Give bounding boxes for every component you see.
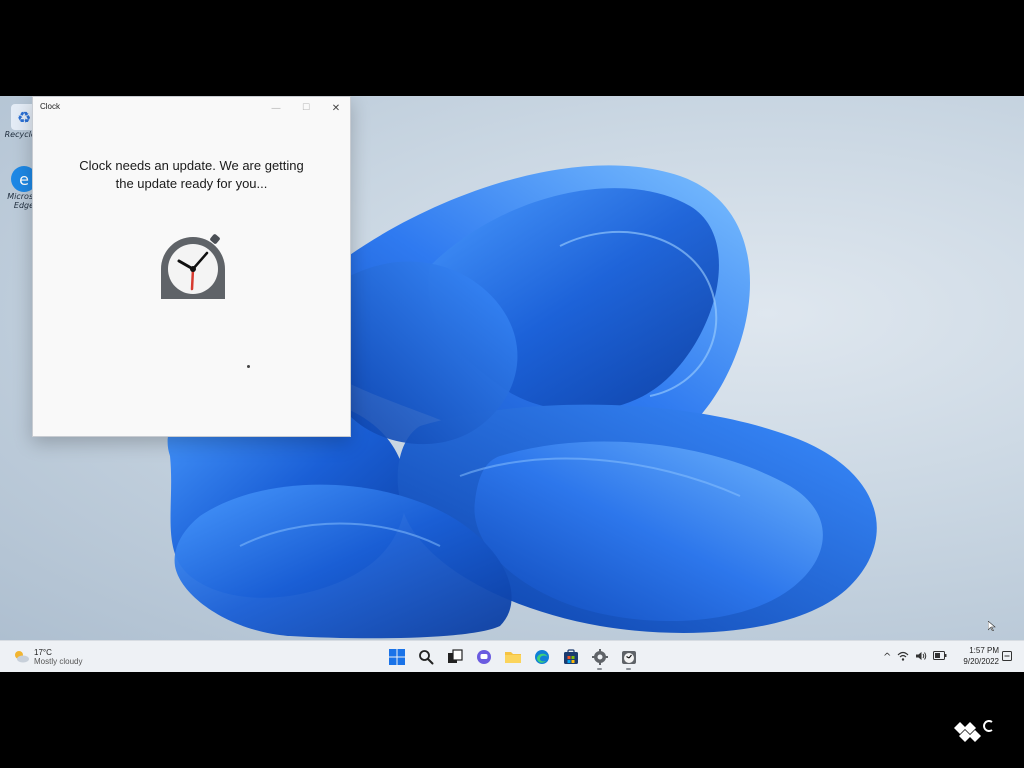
battery-icon[interactable] — [933, 651, 947, 663]
loading-spinner — [247, 365, 250, 368]
task-view-icon — [447, 649, 463, 663]
start-button[interactable] — [382, 644, 411, 670]
letterbox-top — [0, 0, 1024, 96]
weather-widget[interactable]: 17°C Mostly cloudy — [12, 645, 82, 669]
volume-icon[interactable] — [915, 651, 927, 664]
running-indicator — [626, 668, 631, 670]
close-icon: ✕ — [331, 102, 341, 114]
mouse-cursor-icon — [988, 621, 996, 631]
chat-button[interactable] — [469, 644, 498, 670]
title-bar[interactable]: Clock — ☐ ✕ — [33, 97, 350, 119]
file-explorer-icon — [504, 652, 521, 663]
settings-button[interactable] — [585, 644, 614, 670]
taskbar[interactable]: 17°C Mostly cloudy ^ 1:57 PM 9/20/2022 — [0, 640, 1024, 672]
clock-app-logo-icon — [161, 234, 225, 299]
taskbar-time: 1:57 PM — [969, 646, 999, 655]
start-icon — [388, 649, 405, 665]
taskbar-apps — [382, 644, 643, 670]
weather-temperature: 17°C — [34, 647, 52, 657]
search-button[interactable] — [411, 644, 440, 670]
edge-icon — [534, 650, 549, 664]
maximize-icon: ☐ — [301, 103, 311, 113]
window-title: Clock — [40, 102, 61, 111]
clock-app-button[interactable] — [614, 644, 643, 670]
minimize-button[interactable]: — — [261, 97, 291, 119]
store-icon — [563, 649, 578, 664]
watermark-logo-icon — [954, 720, 993, 742]
update-message-line-1: Clock needs an update. We are getting — [79, 158, 304, 173]
store-button[interactable] — [556, 644, 585, 670]
weather-condition: Mostly cloudy — [34, 656, 83, 666]
file-explorer-button[interactable] — [498, 644, 527, 670]
notification-icon[interactable] — [1002, 651, 1012, 664]
task-view-button[interactable] — [440, 644, 469, 670]
taskbar-date: 9/20/2022 — [963, 657, 999, 666]
clock-app-icon — [621, 651, 636, 664]
update-message-line-2: the update ready for you... — [115, 176, 268, 191]
maximize-button[interactable]: ☐ — [291, 97, 321, 119]
settings-icon — [591, 649, 608, 665]
edge-button[interactable] — [527, 644, 556, 670]
wifi-icon[interactable] — [897, 651, 909, 664]
close-button[interactable]: ✕ — [321, 97, 351, 119]
taskbar-clock[interactable]: 1:57 PM 9/20/2022 — [955, 645, 999, 667]
search-icon — [418, 650, 433, 665]
system-tray: ^ — [880, 647, 950, 667]
partly-cloudy-icon — [15, 651, 29, 663]
update-message: Clock needs an update. We are getting th… — [33, 157, 350, 193]
letterbox-bottom — [0, 672, 1024, 768]
clock-window[interactable]: Clock — ☐ ✕ Clock needs an update. We ar… — [32, 96, 351, 437]
show-hidden-icons-chevron-icon[interactable]: ^ — [883, 652, 891, 663]
running-indicator — [597, 668, 602, 670]
minimize-icon: — — [271, 102, 281, 114]
chat-icon — [476, 650, 491, 664]
